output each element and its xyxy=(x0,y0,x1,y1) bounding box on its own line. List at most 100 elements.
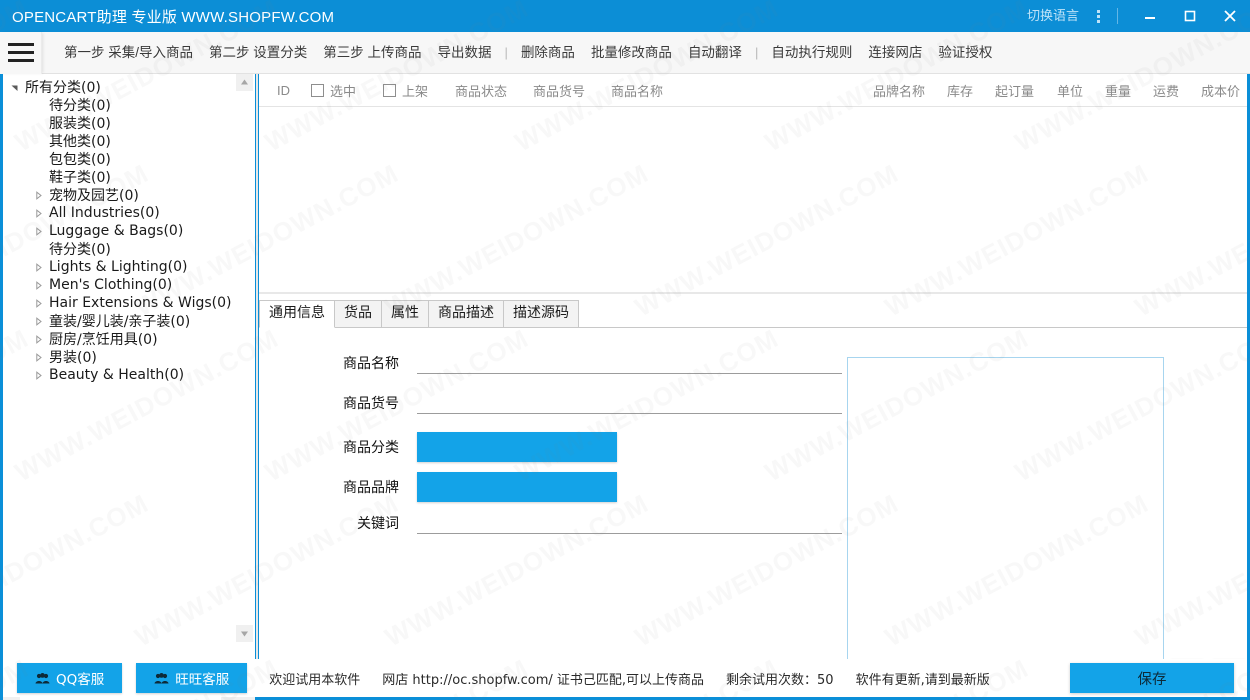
main-toolbar: 第一步 采集/导入商品 第二步 设置分类 第三步 上传商品 导出数据 | 删除商品 批量修改… xyxy=(0,31,1250,74)
form-row-3: 商品品牌 xyxy=(289,472,874,502)
toolbar-item-0[interactable]: 第一步 采集/导入商品 xyxy=(56,32,201,74)
people-icon xyxy=(35,672,50,684)
table-body[interactable] xyxy=(259,107,1247,291)
column-header-1[interactable]: 选中 xyxy=(303,81,375,100)
toolbar-item-6[interactable]: 批量修改商品 xyxy=(583,32,680,74)
product-table: ID选中上架商品状态商品货号商品名称品牌名称库存起订量单位重量运费成本价销售价市… xyxy=(259,74,1247,292)
more-options-icon[interactable] xyxy=(1087,0,1109,32)
tree-node[interactable]: 厨房/烹饪用具(0) xyxy=(3,330,255,348)
tree-collapsed-icon[interactable] xyxy=(31,352,45,362)
column-header-label: 上架 xyxy=(402,83,429,99)
tree-node[interactable]: 其他类(0) xyxy=(3,132,255,150)
field-input-4[interactable] xyxy=(417,512,842,534)
column-checkbox[interactable] xyxy=(311,83,324,97)
tree-node[interactable]: 所有分类(0) xyxy=(3,78,255,96)
tab-3[interactable]: 商品描述 xyxy=(428,300,504,328)
tab-2[interactable]: 属性 xyxy=(381,300,429,328)
tree-node[interactable]: 宠物及园艺(0) xyxy=(3,186,255,204)
tree-node-label: 所有分类(0) xyxy=(25,80,101,96)
tree-collapsed-icon[interactable] xyxy=(31,190,45,200)
status-trial-text: 剩余试用次数：50 xyxy=(726,672,834,688)
maximize-button[interactable] xyxy=(1170,0,1210,32)
column-header-label: 商品状态 xyxy=(455,83,508,99)
tree-node[interactable]: Men's Clothing(0) xyxy=(3,276,255,294)
tree-expanded-icon[interactable] xyxy=(7,83,21,92)
people-icon xyxy=(154,672,169,684)
tree-node[interactable]: Hair Extensions & Wigs(0) xyxy=(3,294,255,312)
column-header-6[interactable]: 品牌名称 xyxy=(865,81,939,100)
column-header-12[interactable]: 成本价 xyxy=(1193,81,1247,100)
hamburger-icon[interactable] xyxy=(0,31,42,74)
field-input-1[interactable] xyxy=(417,392,842,414)
tab-0[interactable]: 通用信息 xyxy=(259,300,335,328)
tree-node[interactable]: 童装/婴儿装/亲子装(0) xyxy=(3,312,255,330)
vertical-splitter[interactable] xyxy=(256,74,258,659)
toolbar-item-7[interactable]: 自动翻译 xyxy=(680,32,750,74)
window-title: OPENCART助理 专业版 WWW.SHOPFW.COM xyxy=(12,8,335,26)
tree-collapsed-icon[interactable] xyxy=(31,316,45,326)
tree-collapsed-icon[interactable] xyxy=(31,208,45,218)
toolbar-item-5[interactable]: 删除商品 xyxy=(513,32,583,74)
qq-support-label: QQ客服 xyxy=(56,672,105,688)
tree-collapsed-icon[interactable] xyxy=(31,280,45,290)
tab-4[interactable]: 描述源码 xyxy=(503,300,579,328)
close-button[interactable] xyxy=(1210,0,1250,32)
status-bar: QQ客服 旺旺客服 欢迎试用本软件 网店 http://oc.shopfw.co… xyxy=(3,659,1247,697)
column-header-label: 商品名称 xyxy=(611,83,664,99)
column-header-label: 起订量 xyxy=(995,83,1035,99)
column-header-label: 运费 xyxy=(1153,83,1180,99)
column-header-4[interactable]: 商品货号 xyxy=(525,81,603,100)
toolbar-item-11[interactable]: 验证授权 xyxy=(930,32,1000,74)
column-header-5[interactable]: 商品名称 xyxy=(603,81,865,100)
scroll-down-arrow[interactable] xyxy=(236,625,253,642)
scroll-up-arrow[interactable] xyxy=(236,74,253,91)
toolbar-divider: | xyxy=(504,45,508,60)
toolbar-item-3[interactable]: 导出数据 xyxy=(430,32,500,74)
tree-collapsed-icon[interactable] xyxy=(31,334,45,344)
tree-node[interactable]: 待分类(0) xyxy=(3,240,255,258)
column-header-7[interactable]: 库存 xyxy=(939,81,987,100)
tree-node-label: 男装(0) xyxy=(49,350,97,366)
tree-collapsed-icon[interactable] xyxy=(31,370,45,380)
toolbar-menu-items: 第一步 采集/导入商品 第二步 设置分类 第三步 上传商品 导出数据 | 删除商品 批量修改… xyxy=(42,32,1000,74)
field-combo-2[interactable] xyxy=(417,432,617,462)
wangwang-support-button[interactable]: 旺旺客服 xyxy=(136,663,248,693)
tree-node[interactable]: 男装(0) xyxy=(3,348,255,366)
tree-node[interactable]: 包包类(0) xyxy=(3,150,255,168)
column-header-9[interactable]: 单位 xyxy=(1049,81,1097,100)
category-tree: 所有分类(0) 待分类(0) 服装类(0) 其他类(0) 包包类(0) 鞋子类(0) 宠物及… xyxy=(3,78,255,384)
toolbar-item-1[interactable]: 第二步 设置分类 xyxy=(201,32,315,74)
qq-support-button[interactable]: QQ客服 xyxy=(17,663,123,693)
column-header-label: 重量 xyxy=(1105,83,1132,99)
tree-node[interactable]: All Industries(0) xyxy=(3,204,255,222)
toolbar-item-2[interactable]: 第三步 上传商品 xyxy=(315,32,429,74)
save-button[interactable]: 保存 xyxy=(1070,663,1234,693)
toolbar-item-10[interactable]: 连接网店 xyxy=(860,32,930,74)
column-header-3[interactable]: 商品状态 xyxy=(447,81,525,100)
column-header-2[interactable]: 上架 xyxy=(375,81,447,100)
switch-language-button[interactable]: 切换语言 xyxy=(1019,0,1087,32)
column-checkbox[interactable] xyxy=(383,83,396,97)
tree-node[interactable]: Beauty & Health(0) xyxy=(3,366,255,384)
tree-node[interactable]: 待分类(0) xyxy=(3,96,255,114)
column-header-10[interactable]: 重量 xyxy=(1097,81,1145,100)
tree-collapsed-icon[interactable] xyxy=(31,298,45,308)
tree-node[interactable]: Luggage & Bags(0) xyxy=(3,222,255,240)
tree-node[interactable]: Lights & Lighting(0) xyxy=(3,258,255,276)
tree-collapsed-icon[interactable] xyxy=(31,262,45,272)
column-header-11[interactable]: 运费 xyxy=(1145,81,1193,100)
column-header-label: 品牌名称 xyxy=(873,83,926,99)
column-header-8[interactable]: 起订量 xyxy=(987,81,1049,100)
field-input-0[interactable] xyxy=(417,352,842,374)
tree-node[interactable]: 鞋子类(0) xyxy=(3,168,255,186)
field-combo-3[interactable] xyxy=(417,472,617,502)
column-header-label: 库存 xyxy=(947,83,974,99)
sidebar-vertical-scrollbar[interactable] xyxy=(236,74,253,659)
toolbar-item-9[interactable]: 自动执行规则 xyxy=(763,32,860,74)
minimize-button[interactable] xyxy=(1130,0,1170,32)
tab-1[interactable]: 货品 xyxy=(334,300,382,328)
product-image-panel[interactable] xyxy=(847,357,1164,664)
column-header-0[interactable]: ID xyxy=(269,83,303,98)
tree-collapsed-icon[interactable] xyxy=(31,226,45,236)
tree-node[interactable]: 服装类(0) xyxy=(3,114,255,132)
